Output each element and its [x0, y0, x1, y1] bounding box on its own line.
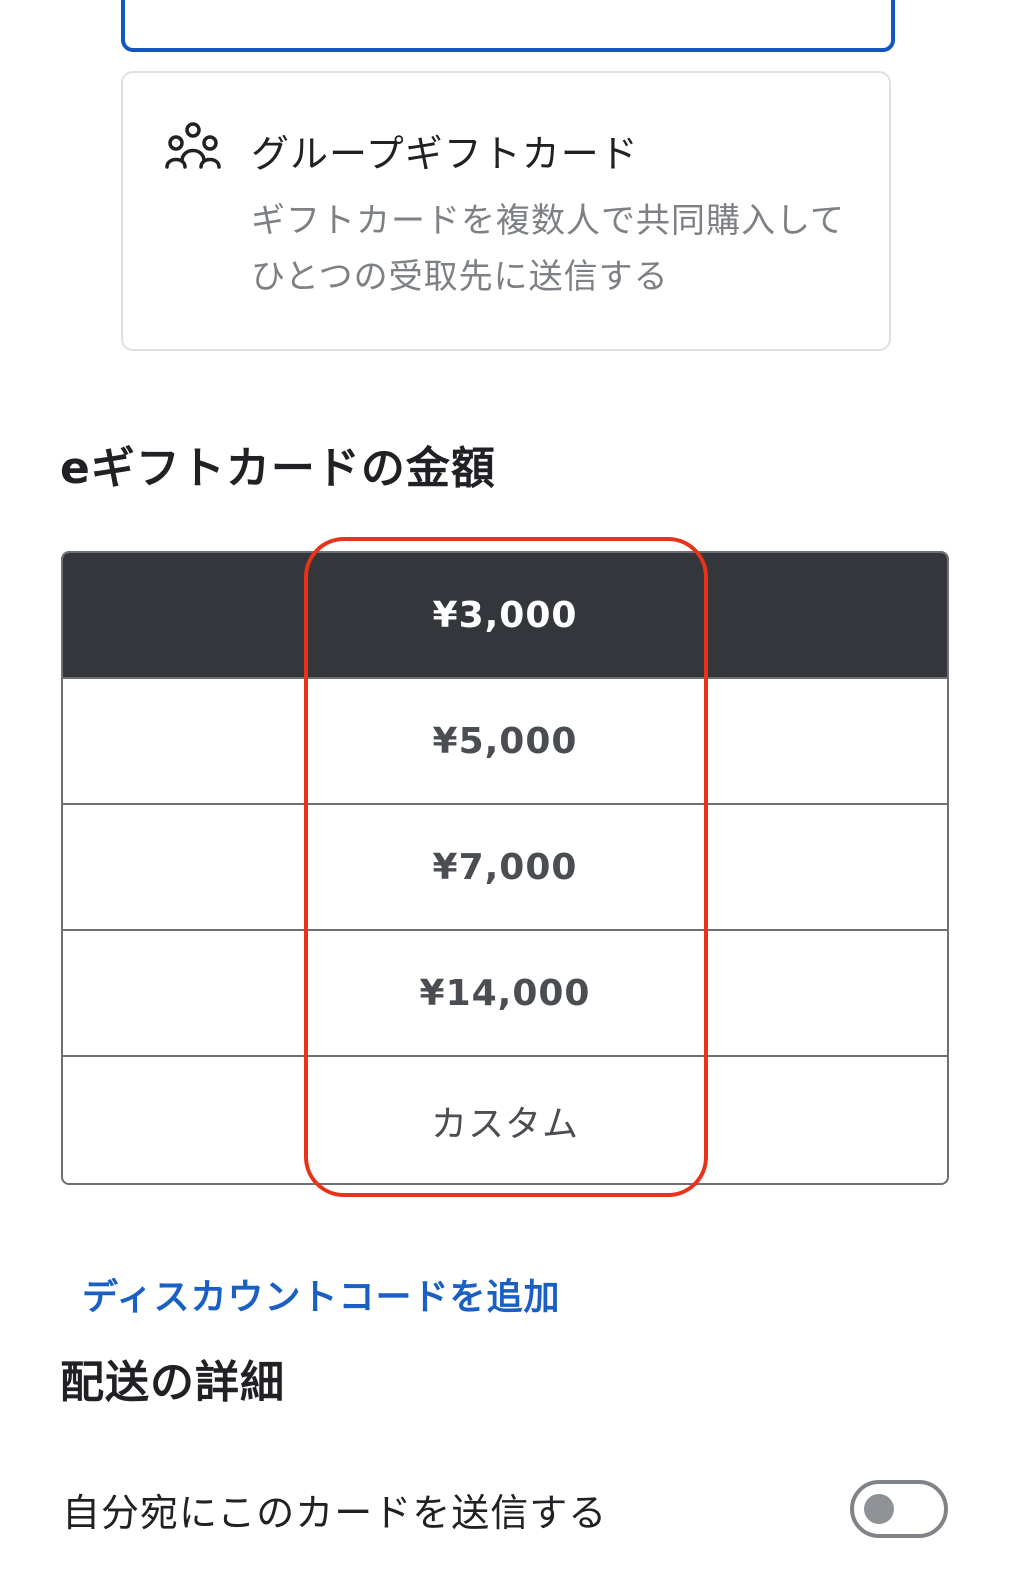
amount-option-7000[interactable]: ¥7,000 [63, 805, 947, 931]
amount-option-14000[interactable]: ¥14,000 [63, 931, 947, 1057]
delivery-section-title: 配送の詳細 [60, 1357, 285, 1408]
add-discount-code-link[interactable]: ディスカウントコードを追加 [82, 1268, 560, 1320]
send-to-self-toggle[interactable] [850, 1480, 948, 1538]
amount-option-3000[interactable]: ¥3,000 [63, 553, 947, 679]
group-gift-card-option[interactable]: グループギフトカード ギフトカードを複数人で共同購入してひとつの受取先に送信する [121, 71, 891, 351]
toggle-knob [864, 1494, 894, 1524]
send-to-self-label: 自分宛にこのカードを送信する [62, 1491, 608, 1535]
amount-options: ¥3,000 ¥5,000 ¥7,000 ¥14,000 カスタム [61, 551, 949, 1185]
amount-section-title: eギフトカードの金額 [60, 443, 496, 494]
group-people-icon [165, 122, 221, 169]
amount-option-custom[interactable]: カスタム [63, 1057, 947, 1183]
group-gift-card-title: グループギフトカード [251, 132, 639, 176]
group-gift-card-description: ギフトカードを複数人で共同購入してひとつの受取先に送信する [251, 201, 845, 297]
amount-option-5000[interactable]: ¥5,000 [63, 679, 947, 805]
gift-type-option-selected[interactable] [121, 0, 895, 52]
